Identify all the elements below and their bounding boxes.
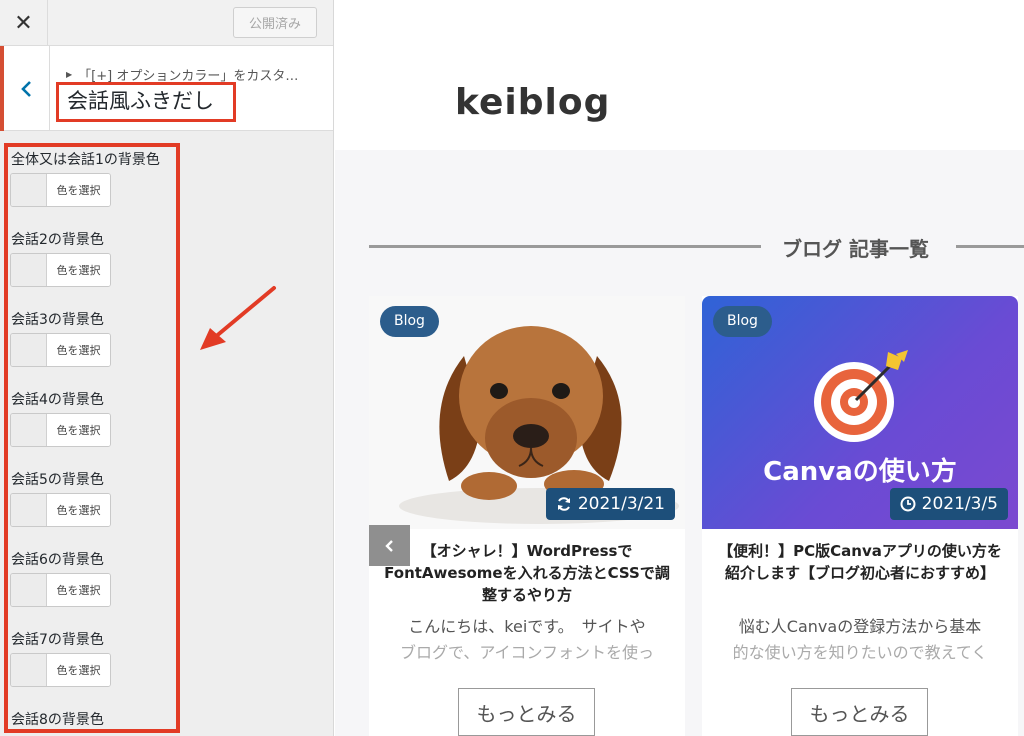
color-picker-button[interactable]: 色を選択 bbox=[10, 253, 111, 287]
color-picker-label: 色を選択 bbox=[47, 254, 110, 286]
category-badge[interactable]: Blog bbox=[380, 306, 439, 337]
color-swatch bbox=[11, 254, 47, 286]
color-swatch bbox=[11, 654, 47, 686]
heading-divider bbox=[956, 245, 1024, 248]
control-label: 会話8の背景色 bbox=[11, 712, 104, 728]
read-more-button[interactable]: もっとみる bbox=[458, 688, 595, 736]
control-label: 会話3の背景色 bbox=[11, 312, 104, 328]
category-badge[interactable]: Blog bbox=[713, 306, 772, 337]
excerpt-line: こんにちは、keiです。 サイトや bbox=[408, 617, 646, 636]
color-picker-label: 色を選択 bbox=[47, 174, 110, 206]
color-picker-label: 色を選択 bbox=[47, 334, 110, 366]
read-more-button[interactable]: もっとみる bbox=[791, 688, 928, 736]
date-text: 2021/3/21 bbox=[577, 494, 665, 514]
color-picker-button[interactable]: 色を選択 bbox=[10, 493, 111, 527]
color-picker-label: 色を選択 bbox=[47, 494, 110, 526]
section-header: ▶ 「[+] オプションカラー」をカスタ… 会話風ふきだし bbox=[0, 46, 333, 131]
article-excerpt: 悩む人Canvaの登録方法から基本 的な使い方を知りたいので教えてく bbox=[702, 614, 1018, 666]
article-thumbnail[interactable]: Canvaの使い方 Blog 2021/3/5 bbox=[702, 296, 1018, 529]
article-excerpt: こんにちは、keiです。 サイトや ブログで、アイコンフォントを使っ bbox=[369, 614, 685, 666]
color-swatch bbox=[11, 334, 47, 366]
red-arrow-annotation bbox=[200, 286, 276, 350]
carousel-prev-button[interactable] bbox=[369, 525, 410, 566]
close-button[interactable]: ✕ bbox=[0, 0, 48, 46]
color-picker-button[interactable]: 色を選択 bbox=[10, 653, 111, 687]
site-title[interactable]: keiblog bbox=[455, 82, 610, 123]
color-picker-label: 色を選択 bbox=[47, 654, 110, 686]
article-thumbnail[interactable]: Blog 2021/3/21 bbox=[369, 296, 685, 529]
article-title[interactable]: 【便利！】PC版Canvaアプリの使い方を紹介します【ブログ初心者におすすめ】 bbox=[702, 540, 1018, 584]
excerpt-line: 悩む人Canvaの登録方法から基本 bbox=[738, 617, 982, 636]
color-swatch bbox=[11, 494, 47, 526]
excerpt-line: 的な使い方を知りたいので教えてく bbox=[732, 643, 988, 662]
control-label: 会話4の背景色 bbox=[11, 392, 104, 408]
date-badge: 2021/3/5 bbox=[889, 488, 1008, 520]
color-picker-button[interactable]: 色を選択 bbox=[10, 573, 111, 607]
thumbnail-caption: Canvaの使い方 bbox=[763, 457, 957, 487]
article-card[interactable]: Blog 2021/3/21 【オシャレ！】WordPressでFontAwes… bbox=[369, 296, 685, 736]
control-label: 会話7の背景色 bbox=[11, 632, 104, 648]
close-icon: ✕ bbox=[14, 10, 33, 36]
color-picker-button[interactable]: 色を選択 bbox=[10, 413, 111, 447]
color-picker-button[interactable]: 色を選択 bbox=[10, 333, 111, 367]
control-label: 会話6の背景色 bbox=[11, 552, 104, 568]
heading-divider bbox=[369, 245, 761, 248]
control-label: 会話2の背景色 bbox=[11, 232, 104, 248]
refresh-icon bbox=[557, 497, 570, 511]
customizer-header: ✕ 公開済み bbox=[0, 0, 333, 46]
publish-button[interactable]: 公開済み bbox=[233, 7, 317, 38]
control-label: 全体又は会話1の背景色 bbox=[11, 152, 160, 168]
color-picker-button[interactable]: 色を選択 bbox=[10, 173, 111, 207]
date-text: 2021/3/5 bbox=[921, 494, 998, 514]
date-badge: 2021/3/21 bbox=[545, 488, 675, 520]
control-label: 会話5の背景色 bbox=[11, 472, 104, 488]
customizer-sidebar: ✕ 公開済み ▶ 「[+] オプションカラー」をカスタ… 会話風ふきだし 全体又… bbox=[0, 0, 334, 736]
back-button[interactable] bbox=[0, 46, 50, 131]
section-heading: ブログ 記事一覧 bbox=[782, 237, 929, 261]
color-swatch bbox=[11, 414, 47, 446]
clock-icon bbox=[900, 496, 916, 512]
chevron-left-icon bbox=[384, 539, 393, 552]
color-picker-label: 色を選択 bbox=[47, 414, 110, 446]
chevron-left-icon bbox=[20, 80, 31, 97]
color-picker-label: 色を選択 bbox=[47, 574, 110, 606]
color-swatch bbox=[11, 174, 47, 206]
section-title: 会話風ふきだし bbox=[56, 82, 236, 122]
triangle-right-icon: ▶ bbox=[66, 70, 73, 79]
article-title[interactable]: 【オシャレ！】WordPressでFontAwesomeを入れる方法とCSSで調… bbox=[369, 540, 685, 606]
article-card[interactable]: Canvaの使い方 Blog 2021/3/5 【便利！】PC版Canvaアプリ… bbox=[702, 296, 1018, 736]
excerpt-line: ブログで、アイコンフォントを使っ bbox=[399, 643, 655, 662]
color-swatch bbox=[11, 574, 47, 606]
